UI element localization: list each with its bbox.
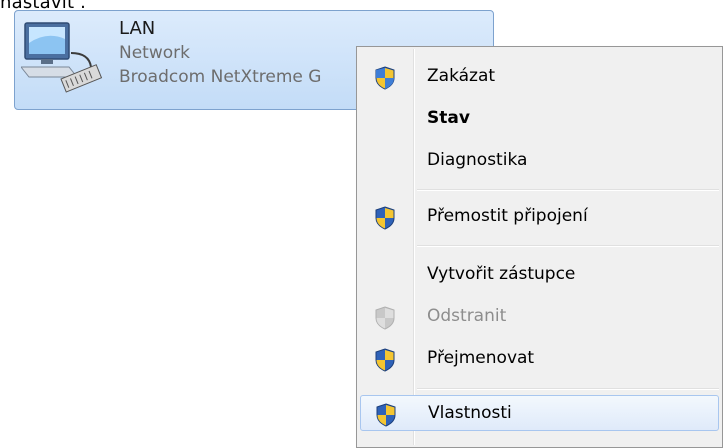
menu-item-rename[interactable]: Přejmenovat: [360, 341, 719, 377]
menu-item-label: Vlastnosti: [428, 403, 512, 423]
menu-item-label: Odstranit: [427, 306, 507, 326]
uac-shield-icon: [375, 348, 395, 372]
menu-item-diagnostics[interactable]: Diagnostika: [360, 143, 719, 179]
menu-item-label: Zakázat: [427, 66, 496, 86]
uac-shield-icon: [376, 403, 396, 427]
menu-separator: [417, 245, 719, 247]
menu-item-disable[interactable]: Zakázat: [360, 59, 719, 95]
menu-item-properties[interactable]: Vlastnosti: [360, 395, 719, 431]
menu-item-label: Přejmenovat: [427, 348, 535, 368]
adapter-name: LAN: [119, 18, 156, 39]
uac-shield-icon: [375, 66, 395, 90]
menu-item-label: Stav: [427, 108, 470, 128]
menu-item-label: Přemostit připojení: [427, 206, 588, 226]
menu-item-status[interactable]: Stav: [360, 101, 719, 137]
adapter-status: Network: [119, 43, 190, 63]
menu-separator: [417, 189, 719, 191]
menu-item-delete: Odstranit: [360, 299, 719, 335]
menu-item-bridge-connections[interactable]: Přemostit připojení: [360, 199, 719, 235]
adapter-device: Broadcom NetXtreme G: [119, 67, 322, 87]
network-adapter-icon: [21, 22, 103, 93]
menu-item-label: Vytvořit zástupce: [427, 264, 576, 284]
menu-item-create-shortcut[interactable]: Vytvořit zástupce: [360, 257, 719, 293]
uac-shield-icon: [375, 306, 395, 330]
uac-shield-icon: [375, 206, 395, 230]
menu-separator: [417, 388, 719, 390]
menu-item-label: Diagnostika: [427, 150, 528, 170]
context-menu: Zakázat Stav Diagnostika Přemostit připo…: [356, 46, 723, 448]
